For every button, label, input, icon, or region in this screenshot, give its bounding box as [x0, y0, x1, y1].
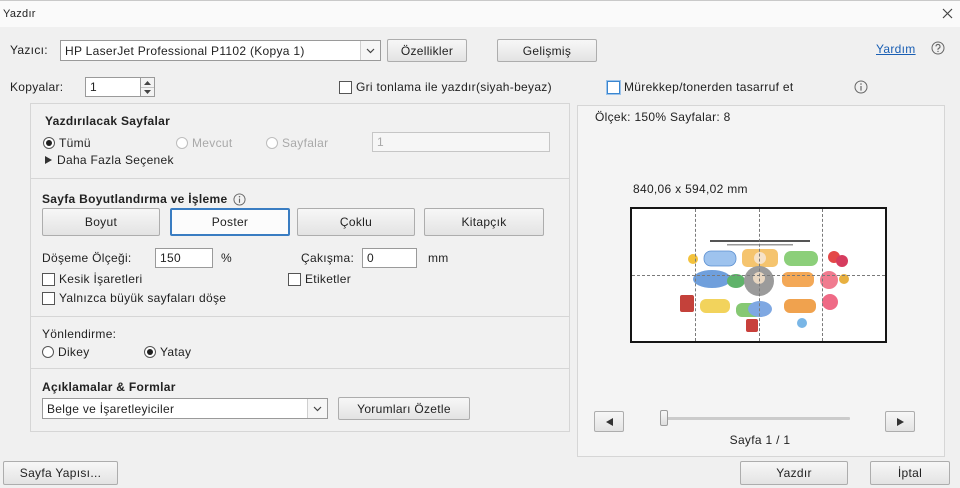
radio-all-label: Tümü: [59, 136, 91, 150]
orientation-title: Yönlendirme:: [42, 327, 117, 341]
next-page-icon: [896, 417, 904, 426]
next-page-button[interactable]: [885, 411, 915, 432]
summarize-comments-button[interactable]: Yorumları Özetle: [338, 397, 470, 420]
chevron-down-icon: [360, 41, 380, 60]
previous-page-icon: [605, 417, 613, 426]
radio-landscape-label: Yatay: [160, 345, 192, 359]
save-ink-label: Mürekkep/tonerden tasarruf et: [624, 80, 794, 94]
printer-label: Yazıcı:: [10, 43, 48, 57]
labels-option[interactable]: Etiketler: [288, 272, 351, 286]
sizing-title: Sayfa Boyutlandırma ve İşleme: [42, 192, 228, 206]
info-icon[interactable]: [233, 192, 246, 206]
radio-all[interactable]: [43, 137, 55, 149]
tile-divider: [632, 275, 885, 276]
close-icon[interactable]: [942, 8, 953, 19]
help-icon[interactable]: [931, 41, 945, 55]
labels-label: Etiketler: [305, 272, 352, 286]
preview-paper: [630, 207, 887, 343]
section-divider: [30, 316, 570, 317]
sizing-header: Sayfa Boyutlandırma ve İşleme: [42, 192, 246, 206]
radio-current: [176, 137, 188, 149]
section-divider: [30, 368, 570, 369]
save-ink-checkbox[interactable]: [607, 80, 620, 94]
pages-option-all[interactable]: Tümü: [43, 136, 91, 150]
radio-current-label: Mevcut: [192, 136, 233, 150]
pages-option-current: Mevcut: [176, 136, 232, 150]
radio-portrait-label: Dikey: [58, 345, 90, 359]
mode-size-button[interactable]: Boyut: [42, 208, 160, 236]
tile-scale-unit: %: [221, 251, 232, 265]
printer-selected-value: HP LaserJet Professional P1102 (Kopya 1): [65, 43, 305, 58]
comments-forms-dropdown[interactable]: Belge ve İşaretleyiciler: [42, 398, 328, 419]
overlap-input[interactable]: [362, 248, 417, 268]
print-button[interactable]: Yazdır: [740, 461, 848, 485]
pages-to-print-title: Yazdırılacak Sayfalar: [45, 114, 171, 128]
labels-checkbox[interactable]: [288, 272, 301, 286]
disclosure-triangle-icon: [45, 156, 52, 164]
copies-input[interactable]: [85, 77, 141, 97]
radio-landscape[interactable]: [144, 346, 156, 358]
section-divider: [30, 178, 570, 179]
properties-button[interactable]: Özellikler: [387, 39, 467, 62]
overlap-unit: mm: [428, 251, 449, 265]
page-setup-button[interactable]: Sayfa Yapısı...: [3, 461, 118, 485]
radio-pages-label: Sayfalar: [282, 136, 329, 150]
grayscale-option[interactable]: Gri tonlama ile yazdır(siyah-beyaz): [339, 80, 552, 94]
page-range-input: [372, 132, 550, 152]
cut-marks-label: Kesik İşaretleri: [59, 272, 143, 286]
page-slider[interactable]: [660, 410, 850, 426]
tile-scale-input[interactable]: [155, 248, 213, 268]
title-bar: Yazdır: [0, 0, 960, 27]
save-ink-option[interactable]: Mürekkep/tonerden tasarruf et: [607, 80, 793, 94]
spin-up-icon[interactable]: [141, 78, 154, 87]
tile-large-only-label: Yalnızca büyük sayfaları döşe: [59, 291, 227, 305]
grayscale-label: Gri tonlama ile yazdır(siyah-beyaz): [356, 80, 552, 94]
mode-multiple-button[interactable]: Çoklu: [297, 208, 415, 236]
copies-label: Kopyalar:: [10, 80, 64, 94]
info-icon[interactable]: [854, 80, 868, 94]
printer-dropdown[interactable]: HP LaserJet Professional P1102 (Kopya 1): [60, 40, 381, 61]
help-link[interactable]: Yardım: [876, 42, 916, 56]
preview-paper-size: 840,06 x 594,02 mm: [633, 182, 748, 196]
comments-forms-title: Açıklamalar & Formlar: [42, 380, 176, 394]
orientation-portrait-option[interactable]: Dikey: [42, 345, 90, 359]
pages-option-range: Sayfalar: [266, 136, 328, 150]
radio-portrait[interactable]: [42, 346, 54, 358]
tile-large-only-option[interactable]: Yalnızca büyük sayfaları döşe: [42, 291, 226, 305]
mode-booklet-button[interactable]: Kitapçık: [424, 208, 544, 236]
more-options-toggle[interactable]: Daha Fazla Seçenek: [45, 153, 174, 167]
spin-down-icon[interactable]: [141, 87, 154, 96]
cancel-button[interactable]: İptal: [870, 461, 950, 485]
preview-scale-text: Ölçek: 150% Sayfalar: 8: [595, 110, 731, 124]
more-options-label: Daha Fazla Seçenek: [57, 153, 174, 167]
copies-stepper[interactable]: [141, 77, 155, 97]
page-slider-thumb[interactable]: [660, 410, 668, 426]
previous-page-button[interactable]: [594, 411, 624, 432]
cut-marks-checkbox[interactable]: [42, 272, 55, 286]
window-title: Yazdır: [3, 8, 36, 20]
grayscale-checkbox[interactable]: [339, 80, 352, 94]
tile-large-only-checkbox[interactable]: [42, 291, 55, 305]
comments-forms-selected-value: Belge ve İşaretleyiciler: [47, 401, 175, 416]
tile-scale-label: Döşeme Ölçeği:: [42, 251, 132, 265]
radio-pages: [266, 137, 278, 149]
mode-poster-button[interactable]: Poster: [170, 208, 290, 236]
page-indicator: Sayfa 1 / 1: [729, 433, 791, 447]
orientation-landscape-option[interactable]: Yatay: [144, 345, 191, 359]
cut-marks-option[interactable]: Kesik İşaretleri: [42, 272, 143, 286]
overlap-label: Çakışma:: [301, 251, 355, 265]
advanced-button[interactable]: Gelişmiş: [497, 39, 597, 62]
chevron-down-icon: [307, 399, 327, 418]
